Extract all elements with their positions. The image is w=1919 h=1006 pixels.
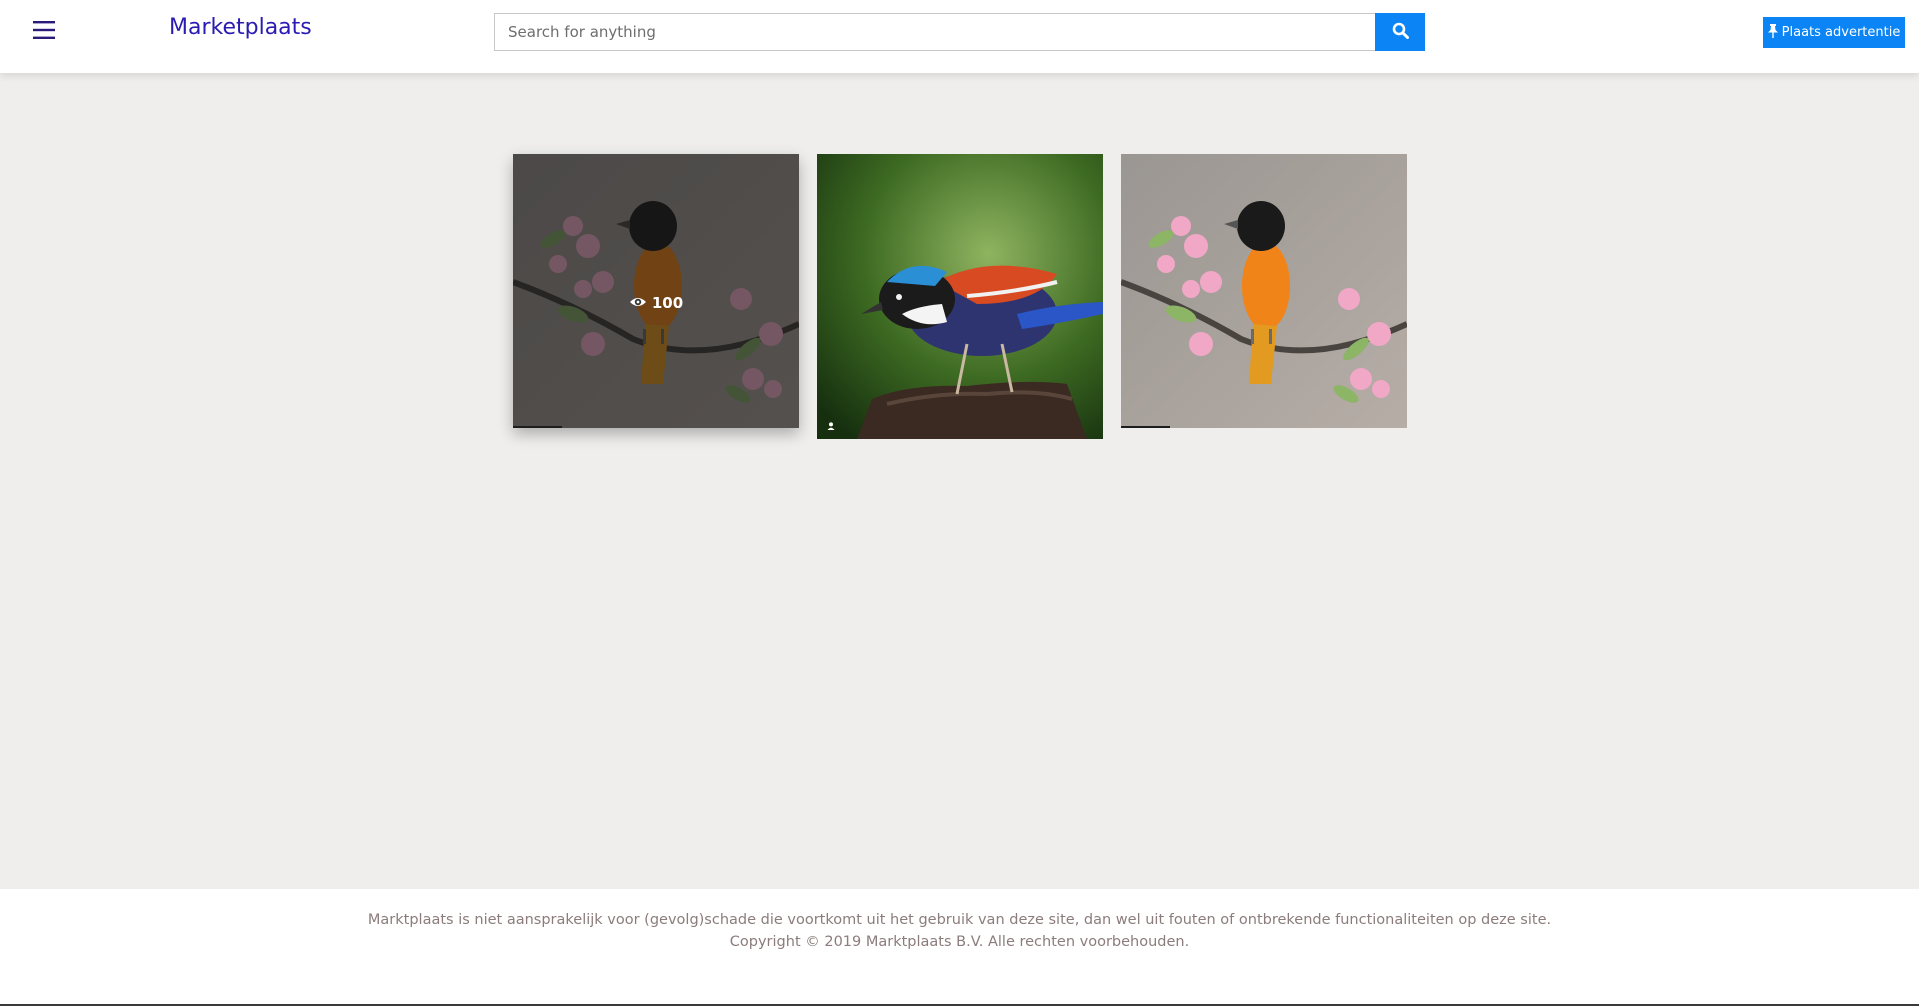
image-progress-fill — [513, 426, 562, 428]
place-ad-button[interactable]: Plaats advertentie — [1763, 17, 1905, 48]
listing-photo — [1121, 154, 1407, 428]
search-button[interactable] — [1375, 13, 1425, 51]
listing-card[interactable]: 100 — [513, 154, 799, 428]
search-icon — [1392, 22, 1409, 42]
view-count: 100 — [513, 294, 799, 312]
listing-photo — [817, 154, 1103, 439]
hamburger-menu-icon[interactable] — [30, 16, 58, 44]
brand-logo[interactable]: Marketplaats — [169, 15, 312, 40]
place-ad-label: Plaats advertentie — [1781, 25, 1901, 40]
listing-card[interactable] — [1121, 154, 1407, 428]
footer: Marktplaats is niet aansprakelijk voor (… — [0, 889, 1919, 1004]
footer-copyright: Copyright © 2019 Marktplaats B.V. Alle r… — [729, 934, 1190, 950]
view-count-value: 100 — [651, 294, 684, 312]
image-progress-fill — [1121, 426, 1170, 428]
eye-icon — [629, 294, 647, 312]
hover-overlay — [513, 154, 799, 428]
top-navbar: Marketplaats Plaats advertentie — [0, 0, 1919, 73]
image-progress — [1121, 426, 1407, 428]
listing-card[interactable] — [817, 154, 1103, 439]
pin-icon — [1767, 23, 1778, 42]
footer-disclaimer: Marktplaats is niet aansprakelijk voor (… — [367, 912, 1552, 928]
user-icon — [827, 417, 835, 435]
search-bar — [494, 13, 1425, 51]
search-input[interactable] — [494, 13, 1375, 51]
image-progress — [513, 426, 799, 428]
